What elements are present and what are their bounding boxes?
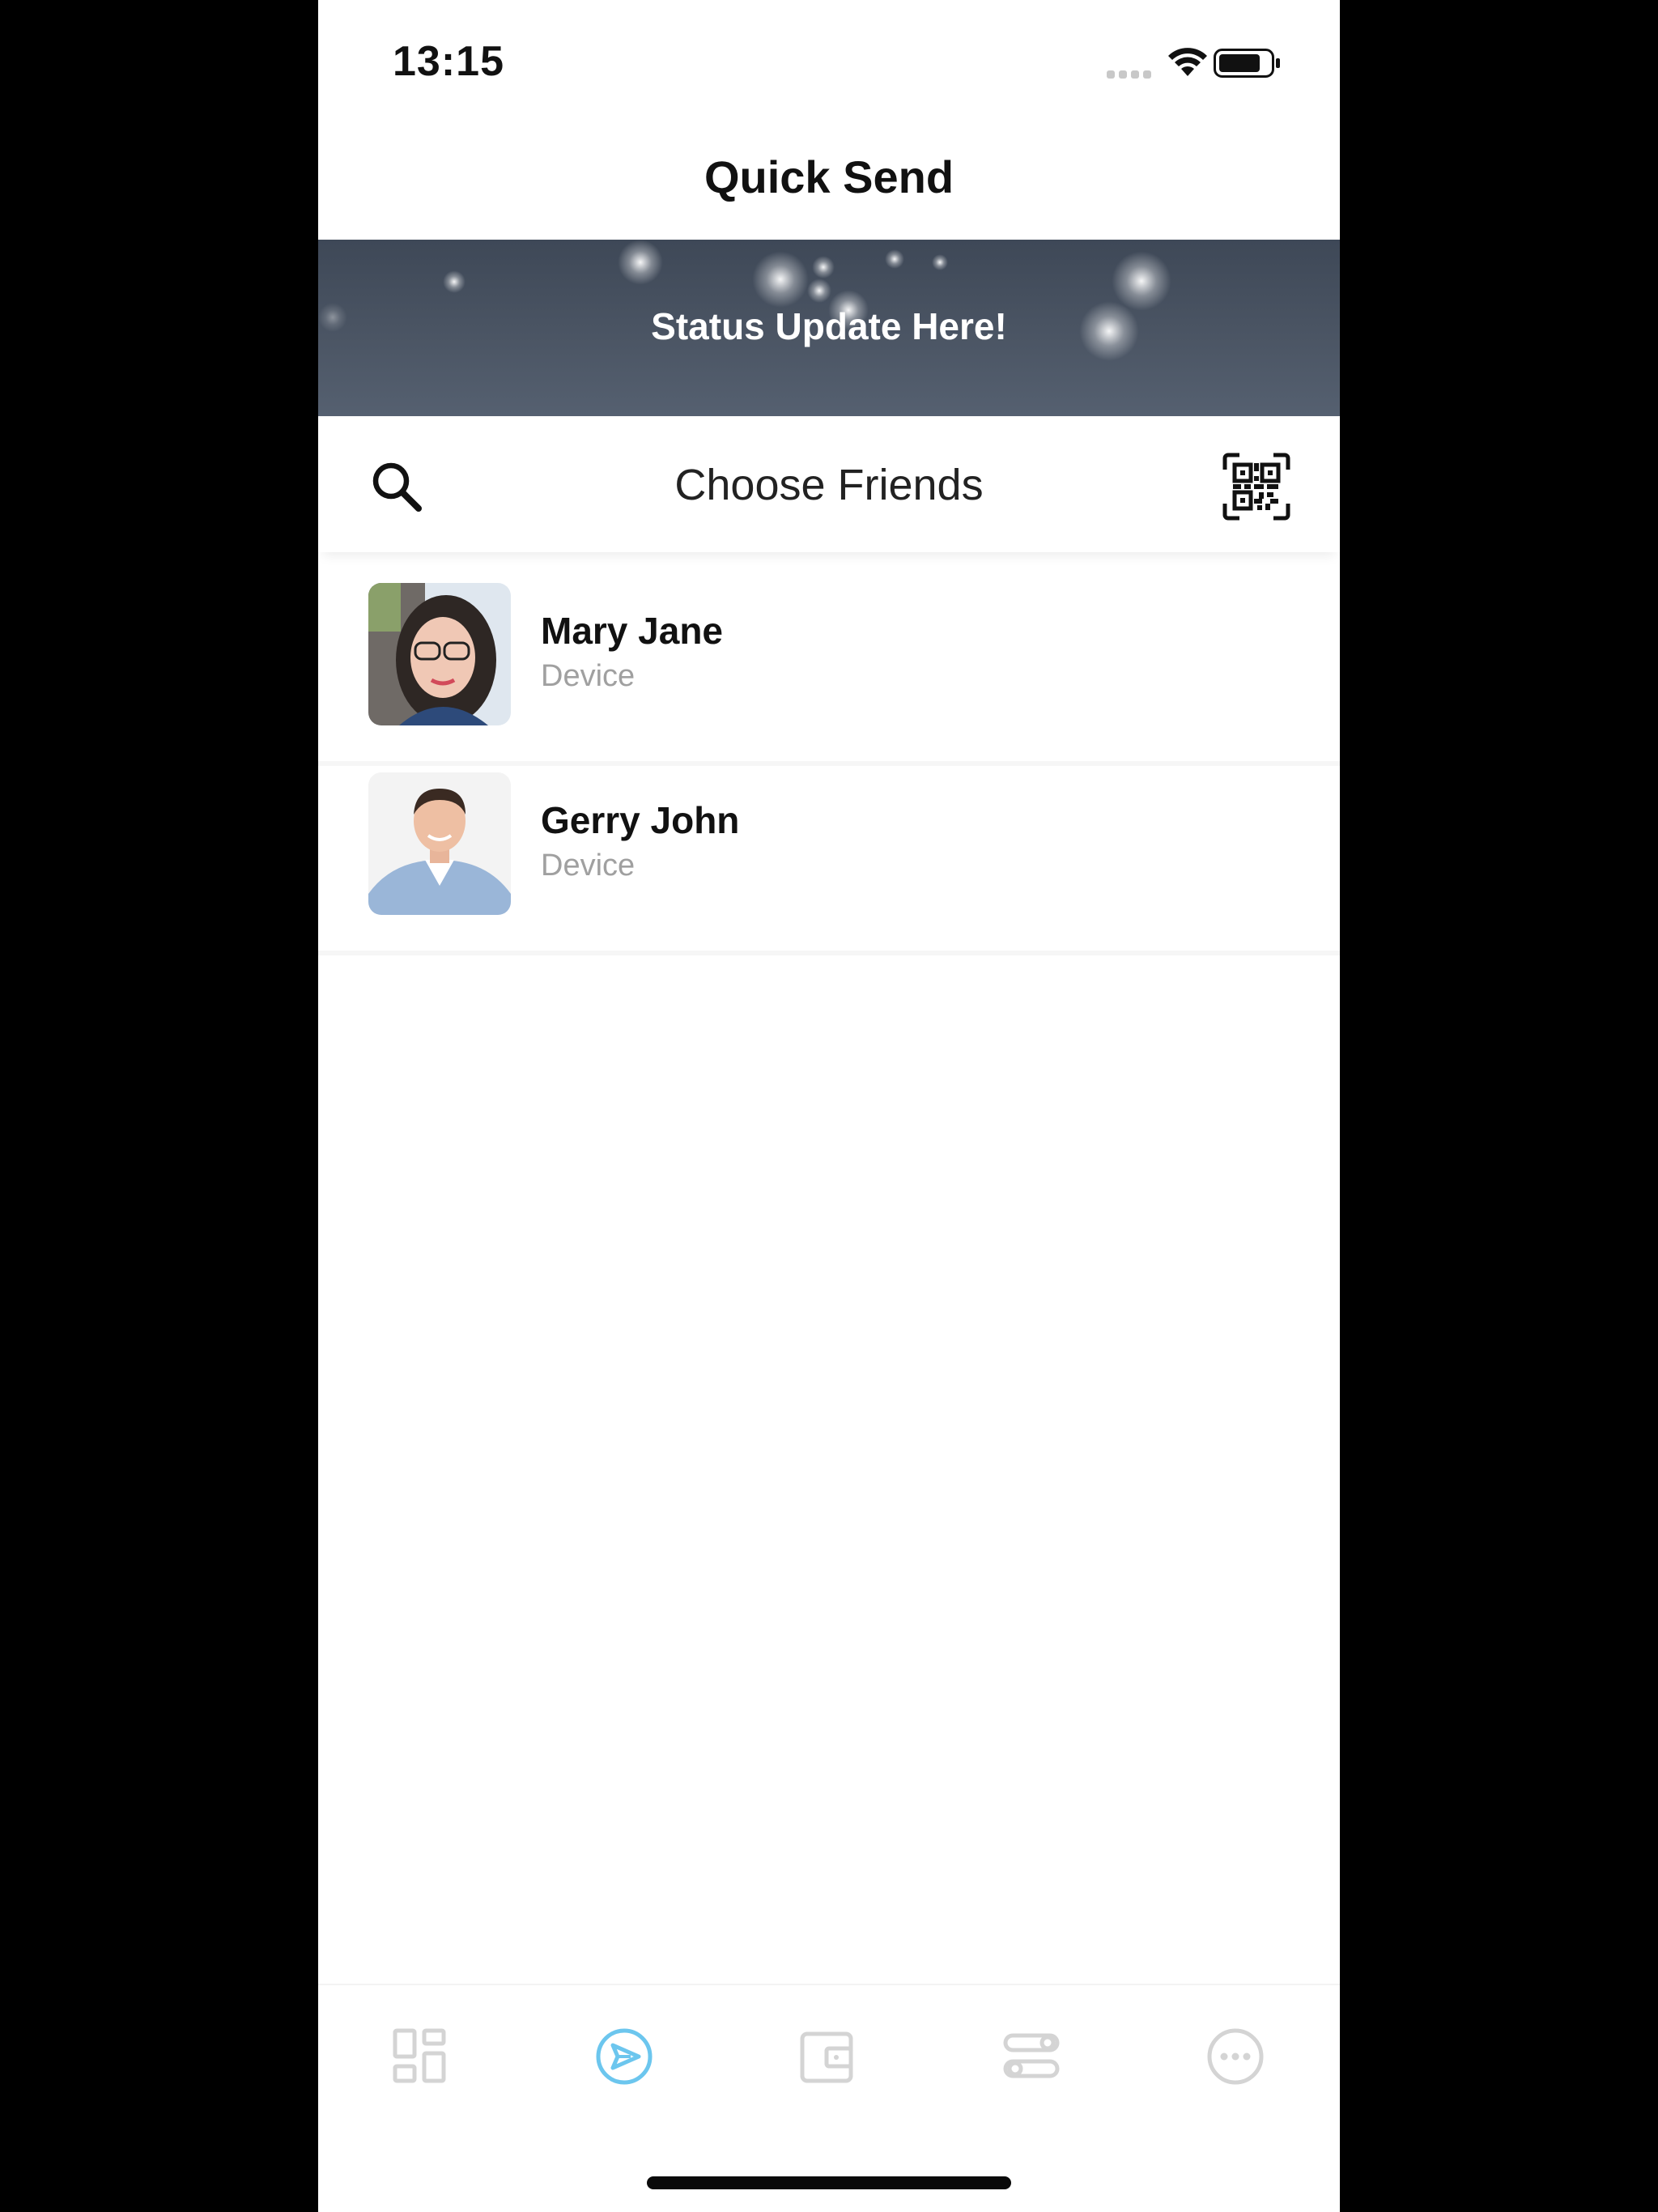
settings-sliders-icon[interactable] [1001, 2026, 1062, 2087]
friend-subtitle: Device [541, 849, 636, 883]
friend-name: Gerry John [541, 799, 740, 841]
status-icons [1107, 44, 1301, 79]
banner-text: Status Update Here! [651, 305, 1007, 347]
phone-screen: 13:15 Quick Send Status Update Here! Cho… [318, 0, 1340, 2212]
friend-subtitle: Device [541, 659, 636, 693]
send-icon[interactable] [593, 2026, 655, 2087]
home-indicator[interactable] [647, 2176, 1011, 2189]
cellular-signal-icon [1107, 68, 1155, 83]
qr-code-icon[interactable] [1222, 452, 1291, 521]
status-banner[interactable]: Status Update Here! [318, 240, 1340, 416]
wifi-icon [1168, 48, 1207, 76]
wallet-icon[interactable] [796, 2026, 857, 2087]
status-time: 13:15 [393, 38, 504, 85]
friend-row-gerry-john[interactable]: Gerry John Device [318, 756, 1340, 955]
more-icon[interactable] [1205, 2026, 1266, 2087]
search-icon[interactable] [368, 458, 427, 517]
avatar [368, 772, 511, 915]
battery-icon [1214, 49, 1280, 78]
choose-friends-bar: Choose Friends [318, 416, 1340, 552]
choose-friends-title: Choose Friends [674, 461, 984, 509]
tab-bar [318, 1984, 1340, 2131]
status-bar: 13:15 [318, 0, 1340, 121]
page-title: Quick Send [704, 151, 954, 202]
friend-row-mary-jane[interactable]: Mary Jane Device [318, 567, 1340, 766]
avatar [368, 583, 511, 725]
friend-name: Mary Jane [541, 610, 724, 652]
dashboard-icon[interactable] [389, 2026, 450, 2087]
